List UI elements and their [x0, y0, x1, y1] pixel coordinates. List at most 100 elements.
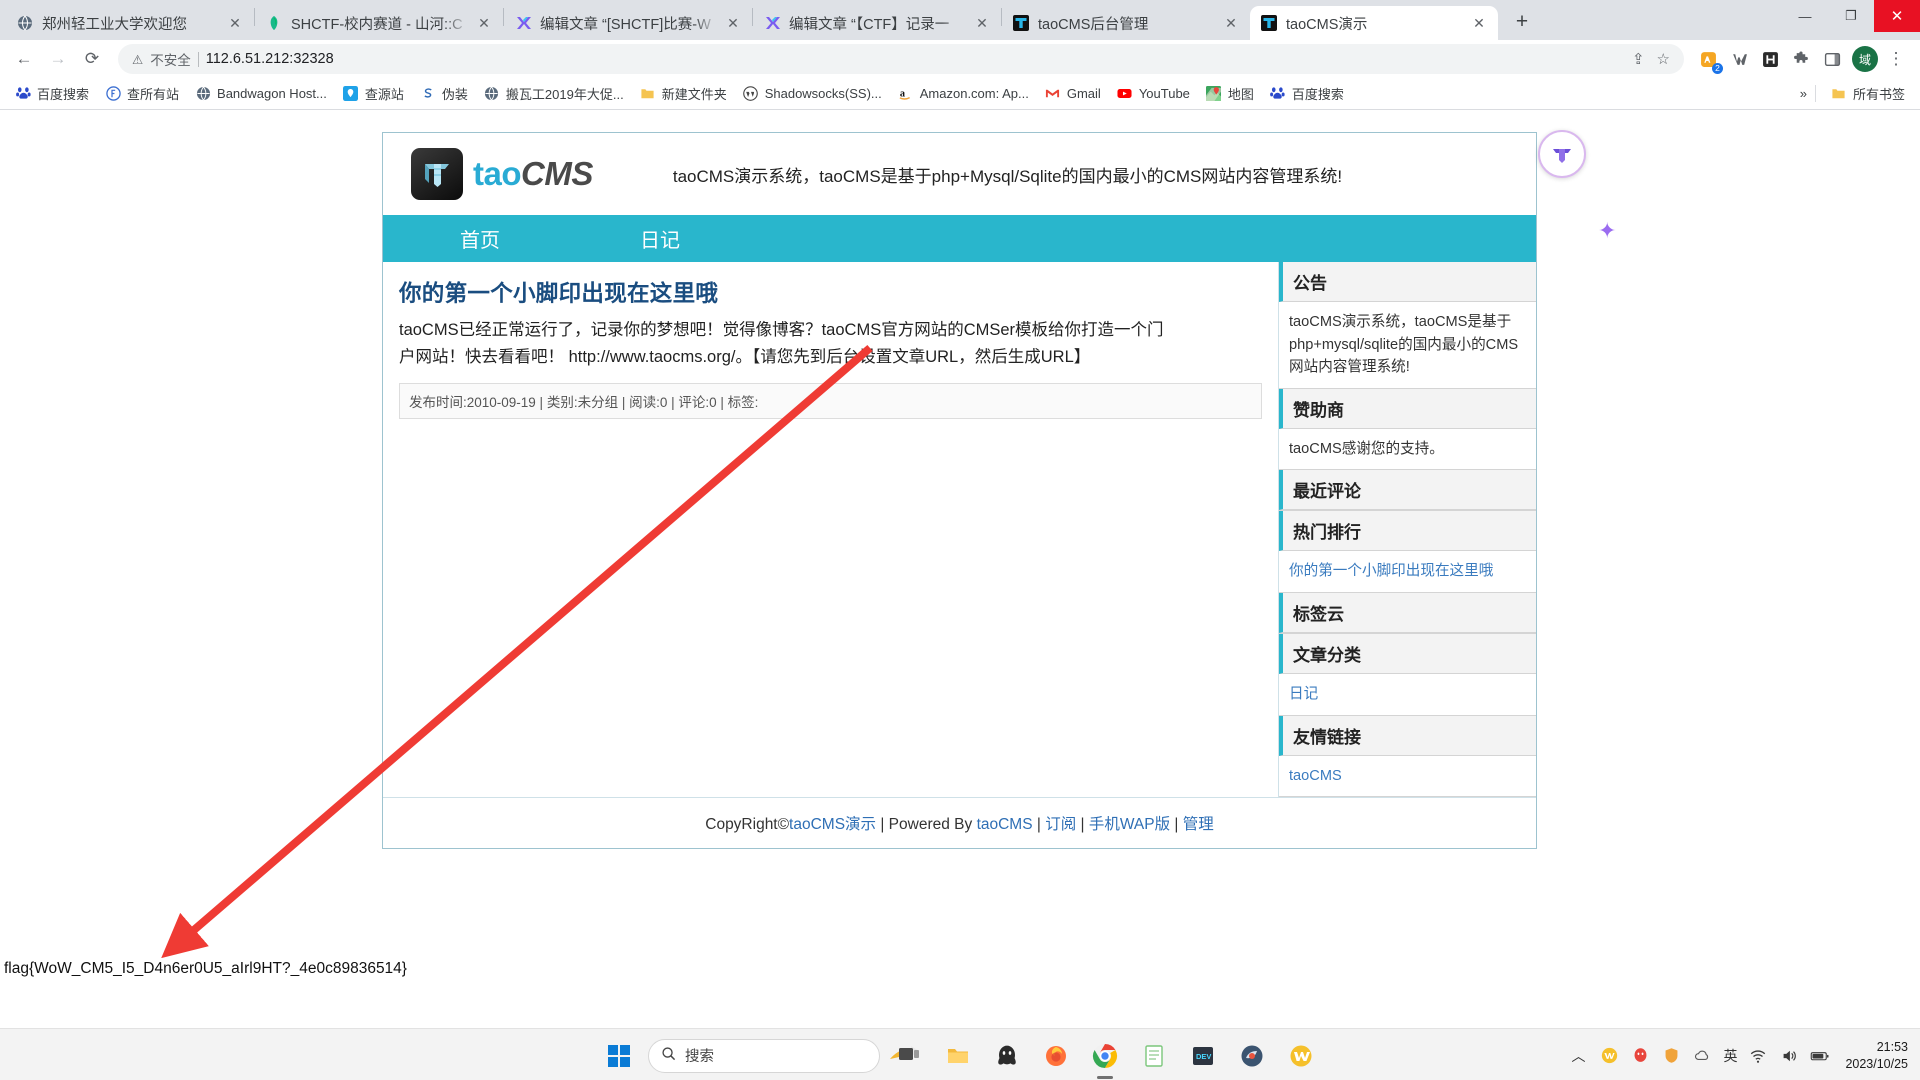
bookmarks-overflow-button[interactable]: » — [1800, 86, 1807, 101]
browser-tab-2[interactable]: SHCTF-校内赛道 - 山河::C ✕ — [255, 6, 503, 40]
tab-close-button[interactable]: ✕ — [1222, 14, 1240, 32]
forward-button[interactable]: → — [42, 43, 74, 75]
wps-icon[interactable] — [1281, 1036, 1321, 1076]
share-icon[interactable]: ⇪ — [1632, 50, 1645, 68]
bookmark-item[interactable]: 百度搜索 — [8, 80, 96, 107]
tab-close-button[interactable]: ✕ — [1470, 14, 1488, 32]
taskbar-clock[interactable]: 21:53 2023/10/25 — [1845, 1039, 1908, 1073]
footer-sep-2: | — [1076, 816, 1089, 834]
tab-title: taoCMS演示 — [1286, 16, 1368, 33]
ime-indicator[interactable]: 英 — [1723, 1046, 1737, 1066]
sidebar-column: 公告 taoCMS演示系统，taoCMS是基于php+mysql/sqlite的… — [1279, 262, 1536, 798]
search-input[interactable]: 搜索 — [648, 1038, 919, 1073]
browser-tab-6-active[interactable]: taoCMS演示 ✕ — [1250, 6, 1498, 40]
system-tray: ︿ 英 21:53 2023/10/25 — [1568, 1039, 1908, 1073]
minimize-button[interactable]: — — [1782, 0, 1828, 32]
extensions-puzzle-icon[interactable] — [1787, 45, 1815, 73]
tab-close-button[interactable]: ✕ — [724, 14, 742, 32]
bookmark-item[interactable]: 查所有站 — [98, 80, 186, 107]
taocms-icon — [1260, 15, 1277, 32]
browser-window: 郑州轻工业大学欢迎您 ✕ SHCTF-校内赛道 - 山河::C ✕ 编辑文章 “… — [0, 0, 1920, 1080]
article-body: taoCMS已经正常运行了，记录你的梦想吧！觉得像博客？taoCMS官方网站的C… — [399, 317, 1262, 370]
bookmark-item[interactable]: Gmail — [1038, 82, 1108, 106]
maximize-button[interactable]: ❐ — [1828, 0, 1874, 32]
sidebar-heading: 公告 — [1279, 262, 1536, 302]
tray-shield-icon[interactable] — [1661, 1046, 1681, 1066]
bookmark-item[interactable]: YouTube — [1110, 82, 1197, 106]
close-window-button[interactable]: ✕ — [1874, 0, 1920, 32]
back-button[interactable]: ← — [8, 43, 40, 75]
new-tab-button[interactable]: + — [1506, 6, 1538, 38]
sidebar-link[interactable]: 你的第一个小脚印出现在这里哦 — [1289, 560, 1526, 583]
footer-link-admin[interactable]: 管理 — [1183, 816, 1214, 833]
all-bookmarks-label: 所有书签 — [1852, 87, 1905, 102]
sparkle-icon[interactable]: ✦ — [1598, 218, 1616, 244]
nav-item-diary[interactable]: 日记 — [618, 215, 702, 262]
bookmark-folder[interactable]: 新建文件夹 — [633, 80, 734, 107]
notepad-icon[interactable] — [1134, 1036, 1174, 1076]
extension-h-icon[interactable] — [1756, 45, 1784, 73]
svg-text:DEV: DEV — [1196, 1052, 1211, 1061]
maps-icon — [1206, 86, 1222, 102]
firefox-icon[interactable] — [1036, 1036, 1076, 1076]
chrome-icon[interactable] — [1085, 1036, 1125, 1076]
s-icon — [420, 86, 436, 102]
bookmark-item[interactable]: 地图 — [1199, 80, 1261, 107]
flag-text: flag{WoW_CM5_I5_D4n6er0U5_aIrl9HT?_4e0c8… — [4, 960, 407, 977]
search-icon — [661, 1046, 676, 1065]
sidebar-text: taoCMS感谢您的支持。 — [1289, 440, 1444, 457]
volume-icon[interactable] — [1779, 1046, 1799, 1066]
tray-wps-icon[interactable] — [1599, 1046, 1619, 1066]
tab-close-button[interactable]: ✕ — [475, 14, 493, 32]
shctf-icon — [265, 15, 282, 32]
floating-assistant-button[interactable] — [1538, 130, 1586, 178]
warning-triangle-icon: ⚠ — [132, 52, 144, 67]
amazon-icon: a — [898, 86, 914, 102]
windows-icon[interactable] — [599, 1036, 639, 1076]
nav-item-home[interactable]: 首页 — [438, 215, 522, 262]
battery-icon[interactable] — [1810, 1046, 1830, 1066]
bookmark-item[interactable]: Shadowsocks(SS)... — [736, 82, 889, 106]
reload-button[interactable]: ⟳ — [76, 43, 108, 75]
extension-translate-icon[interactable]: 2 — [1694, 45, 1723, 74]
bookmark-item[interactable]: 伪装 — [413, 80, 475, 107]
footer-link-demo[interactable]: taoCMS演示 — [789, 816, 876, 833]
browser-tab-1[interactable]: 郑州轻工业大学欢迎您 ✕ — [6, 6, 254, 40]
bookmarks-divider — [1814, 85, 1816, 102]
search-placeholder: 搜索 — [685, 1049, 714, 1065]
sidebar-block-tag-cloud: 标签云 — [1279, 593, 1536, 635]
profile-avatar[interactable]: 域 — [1852, 46, 1878, 72]
qq-icon[interactable] — [987, 1036, 1027, 1076]
dev-tool-icon[interactable]: DEV — [1183, 1036, 1223, 1076]
tab-close-button[interactable]: ✕ — [226, 14, 244, 32]
bookmark-item[interactable]: 搬瓦工2019年大促... — [477, 80, 631, 107]
footer-link-subscribe[interactable]: 订阅 — [1045, 816, 1076, 833]
task-view-icon[interactable] — [889, 1036, 929, 1076]
tab-close-button[interactable]: ✕ — [973, 14, 991, 32]
gmail-icon — [1045, 86, 1061, 102]
sidepanel-icon[interactable] — [1818, 45, 1846, 73]
browser-tab-5[interactable]: taoCMS后台管理 ✕ — [1002, 6, 1250, 40]
footer-link-taocms[interactable]: taoCMS — [977, 816, 1033, 833]
wifi-icon[interactable] — [1748, 1046, 1768, 1066]
all-bookmarks-button[interactable]: 所有书签 — [1824, 80, 1912, 107]
star-icon[interactable]: ☆ — [1657, 50, 1670, 68]
browser-icon[interactable] — [1232, 1036, 1272, 1076]
bookmark-item[interactable]: Bandwagon Host... — [188, 82, 334, 106]
extension-vpn-icon[interactable] — [1725, 45, 1753, 73]
bookmark-item[interactable]: a Amazon.com: Ap... — [891, 82, 1036, 106]
footer-link-wap[interactable]: 手机WAP版 — [1089, 816, 1170, 833]
sidebar-link[interactable]: 日记 — [1289, 683, 1526, 706]
sidebar-link[interactable]: taoCMS — [1289, 765, 1526, 788]
browser-tab-4[interactable]: 编辑文章 “【CTF】记录一 ✕ — [753, 6, 1001, 40]
chevron-up-icon[interactable]: ︿ — [1568, 1046, 1588, 1066]
sidebar-links: 你的第一个小脚印出现在这里哦 — [1279, 551, 1536, 592]
browser-tab-3[interactable]: 编辑文章 “[SHCTF]比赛-W ✕ — [504, 6, 752, 40]
file-explorer-icon[interactable] — [938, 1036, 978, 1076]
bookmark-item[interactable]: 百度搜索 — [1263, 80, 1351, 107]
bookmark-item[interactable]: 查源站 — [336, 80, 411, 107]
tray-qq-icon[interactable] — [1630, 1046, 1650, 1066]
tray-cloud-icon[interactable] — [1692, 1046, 1712, 1066]
address-bar[interactable]: ⚠ 不安全 112.6.51.212:32328 ⇪ ☆ — [118, 44, 1684, 74]
chrome-menu-button[interactable]: ⋮ — [1880, 43, 1912, 75]
